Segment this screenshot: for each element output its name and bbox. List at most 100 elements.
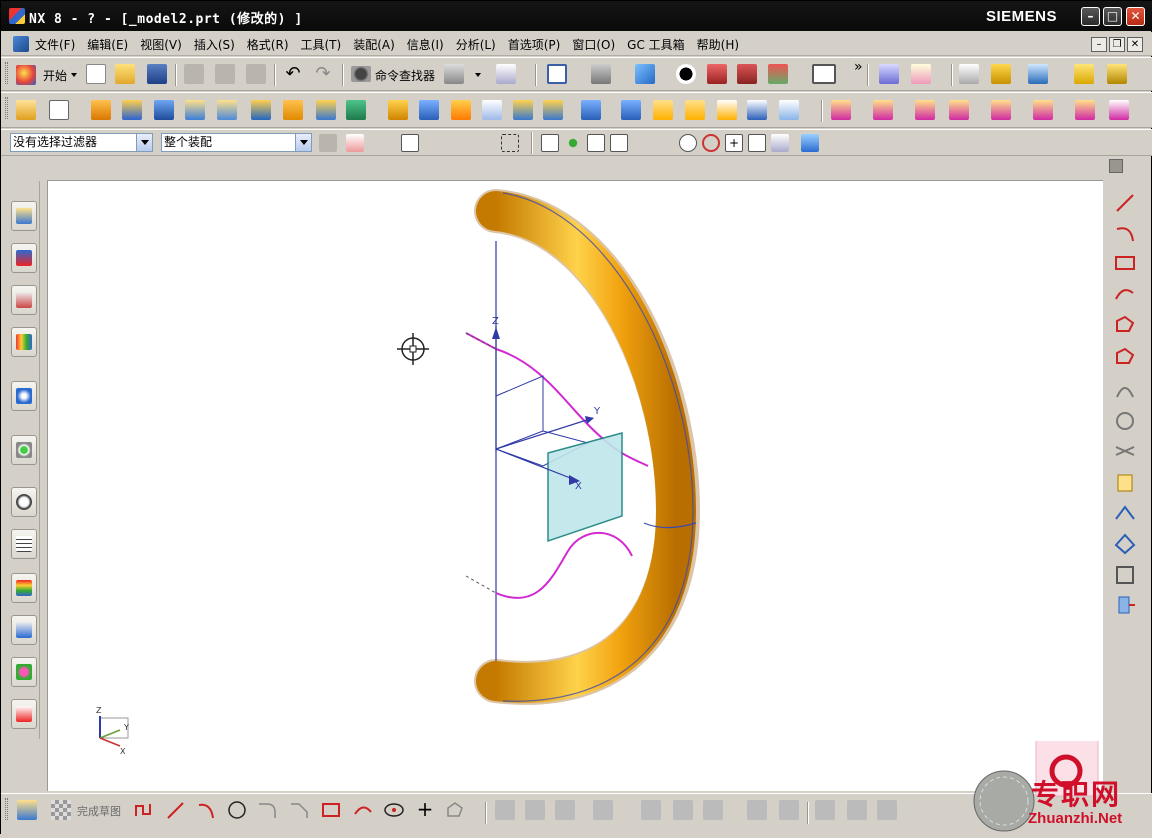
start-icon[interactable] bbox=[16, 65, 36, 85]
fit-icon[interactable] bbox=[547, 64, 567, 84]
groove-icon[interactable] bbox=[316, 100, 336, 120]
menu-information[interactable]: 信息(I) bbox=[407, 36, 444, 53]
menu-analysis[interactable]: 分析(L) bbox=[456, 36, 496, 53]
render-icon[interactable] bbox=[676, 64, 696, 84]
fillet-icon[interactable] bbox=[257, 800, 277, 820]
unite-icon[interactable] bbox=[388, 100, 408, 120]
maximize-button[interactable]: □ bbox=[1103, 7, 1122, 26]
trim-icon[interactable] bbox=[419, 100, 439, 120]
snap-center-icon[interactable] bbox=[679, 134, 697, 152]
rect-select-icon[interactable] bbox=[501, 134, 519, 152]
shell-icon[interactable] bbox=[513, 100, 533, 120]
shaded-icon[interactable] bbox=[707, 64, 727, 84]
through-curves-icon[interactable] bbox=[873, 100, 893, 120]
menu-file[interactable]: 文件(F) bbox=[35, 36, 75, 53]
sketch-rectangle-icon[interactable] bbox=[321, 800, 341, 820]
snap-midpoint-icon[interactable] bbox=[610, 134, 628, 152]
sketch-circle-icon[interactable] bbox=[227, 800, 247, 820]
block-icon[interactable] bbox=[154, 100, 174, 120]
layer-icon[interactable] bbox=[879, 64, 899, 84]
sketch-spline-icon[interactable] bbox=[353, 800, 373, 820]
part-navigator-tab[interactable] bbox=[11, 285, 37, 315]
auto-constrain-icon[interactable] bbox=[673, 800, 693, 820]
rectangle-icon[interactable] bbox=[1113, 251, 1137, 275]
finish-sketch-label[interactable]: 完成草图 bbox=[77, 803, 121, 819]
filter-icon[interactable] bbox=[319, 134, 337, 152]
enlarge-icon[interactable] bbox=[1075, 100, 1095, 120]
dimension-icon[interactable] bbox=[593, 800, 613, 820]
menu-format[interactable]: 格式(R) bbox=[247, 36, 289, 53]
snap-on-face-icon[interactable] bbox=[771, 134, 789, 152]
sketch-settings-icon[interactable] bbox=[815, 800, 835, 820]
hole-icon[interactable] bbox=[185, 100, 205, 120]
surface-icon[interactable] bbox=[831, 100, 851, 120]
blend-icon[interactable] bbox=[451, 100, 471, 120]
chamfer-icon[interactable] bbox=[482, 100, 502, 120]
extrude-icon[interactable] bbox=[91, 100, 111, 120]
undo-icon[interactable]: ↶ bbox=[283, 64, 303, 84]
quick-extend-icon[interactable] bbox=[525, 800, 545, 820]
app-menu-icon[interactable] bbox=[13, 36, 29, 52]
menu-preferences[interactable]: 首选项(P) bbox=[508, 36, 561, 53]
snap-body-icon[interactable] bbox=[801, 134, 819, 152]
finish-sketch-icon[interactable] bbox=[51, 800, 71, 820]
offset-curve-icon[interactable] bbox=[1113, 377, 1137, 401]
save-icon[interactable] bbox=[147, 64, 167, 84]
alternate-solution-icon[interactable] bbox=[779, 800, 799, 820]
section-icon[interactable] bbox=[768, 64, 788, 84]
wrap-icon[interactable] bbox=[1113, 563, 1137, 587]
datum-plane-icon[interactable] bbox=[49, 100, 69, 120]
combined-projection-icon[interactable] bbox=[1113, 531, 1137, 555]
menu-help[interactable]: 帮助(H) bbox=[697, 36, 739, 53]
history-tab[interactable] bbox=[11, 381, 37, 411]
general-select-icon[interactable] bbox=[346, 134, 364, 152]
offset-icon[interactable] bbox=[581, 100, 601, 120]
chevron-down-icon[interactable] bbox=[295, 134, 311, 151]
update-model-icon[interactable] bbox=[877, 800, 897, 820]
sketch-icon[interactable] bbox=[16, 100, 36, 120]
extract-curve-icon[interactable] bbox=[1113, 471, 1137, 495]
reattach-icon[interactable] bbox=[847, 800, 867, 820]
roles-tab[interactable] bbox=[11, 657, 37, 687]
menu-edit[interactable]: 编辑(E) bbox=[87, 36, 128, 53]
display-icon[interactable] bbox=[444, 64, 464, 84]
patch-icon[interactable] bbox=[1109, 100, 1129, 120]
menu-tools[interactable]: 工具(T) bbox=[301, 36, 342, 53]
conic-icon[interactable] bbox=[1113, 345, 1137, 369]
minimize-button[interactable]: – bbox=[1081, 7, 1100, 26]
mesh-icon[interactable] bbox=[915, 100, 935, 120]
sketch-task-icon[interactable] bbox=[17, 800, 37, 820]
sketch-point-icon[interactable]: + bbox=[415, 799, 435, 820]
join-curves-icon[interactable] bbox=[1113, 593, 1137, 617]
sketch-arc-icon[interactable] bbox=[196, 800, 216, 820]
zoom-icon[interactable] bbox=[591, 64, 611, 84]
ruler-icon[interactable] bbox=[1074, 64, 1094, 84]
type-filter-select[interactable]: 没有选择过滤器 bbox=[10, 133, 153, 152]
edges-icon[interactable] bbox=[737, 64, 757, 84]
draft-icon[interactable] bbox=[1107, 64, 1127, 84]
convert-reference-icon[interactable] bbox=[747, 800, 767, 820]
select-icon[interactable] bbox=[496, 64, 516, 84]
snap-point-icon[interactable]: + bbox=[725, 134, 743, 152]
sketch-line-icon[interactable] bbox=[165, 800, 185, 820]
snap-endpoint-icon[interactable] bbox=[541, 134, 559, 152]
draft-face-icon[interactable] bbox=[543, 100, 563, 120]
snap-quadrant-icon[interactable] bbox=[702, 134, 720, 152]
history-palette-tab[interactable] bbox=[11, 487, 37, 517]
guide-curve-lower[interactable] bbox=[495, 531, 633, 599]
binoculars-icon[interactable] bbox=[351, 66, 371, 82]
sew-icon[interactable] bbox=[779, 100, 799, 120]
close-button[interactable]: ✕ bbox=[1126, 7, 1145, 26]
arc-icon[interactable] bbox=[1113, 221, 1137, 245]
bounded-plane-icon[interactable] bbox=[949, 100, 969, 120]
quick-trim-icon[interactable] bbox=[495, 800, 515, 820]
make-corner-icon[interactable] bbox=[555, 800, 575, 820]
system-scenes-tab[interactable] bbox=[11, 699, 37, 729]
menu-window[interactable]: 窗口(O) bbox=[572, 36, 615, 53]
paste-icon[interactable] bbox=[246, 64, 266, 84]
analysis-icon[interactable] bbox=[1028, 64, 1048, 84]
view-control-icon[interactable] bbox=[1109, 159, 1123, 173]
bridge-curve-icon[interactable] bbox=[1113, 501, 1137, 525]
assembly-navigator-tab[interactable] bbox=[11, 201, 37, 231]
revolve-icon[interactable] bbox=[122, 100, 142, 120]
